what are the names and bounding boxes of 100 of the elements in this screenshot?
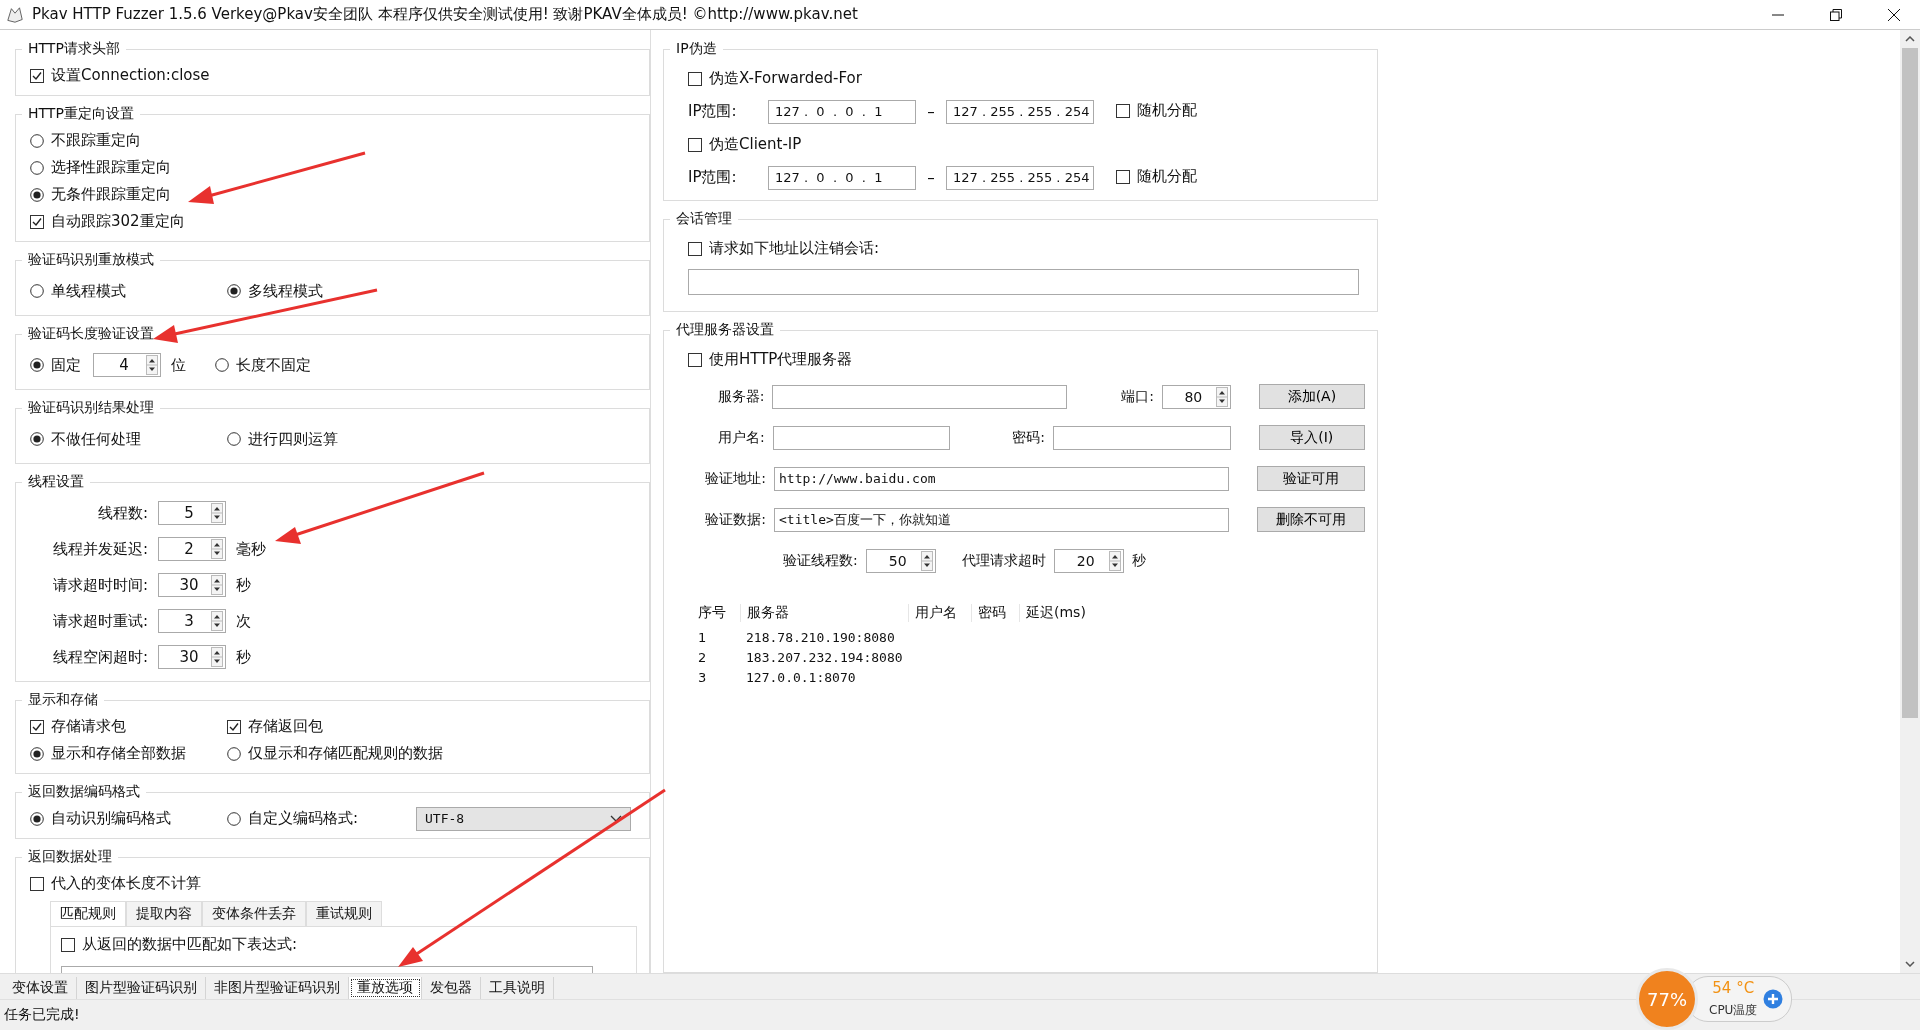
radio-icon[interactable] <box>227 284 241 298</box>
ip-address-field[interactable]: 127 . 0 . 0 . 1 <box>768 99 916 124</box>
checkbox[interactable]: 请求如下地址以注销会话: <box>688 239 880 258</box>
add-button[interactable]: 添加(A) <box>1258 384 1365 409</box>
spin-arrows-icon[interactable] <box>146 355 158 375</box>
plus-icon[interactable] <box>1763 989 1784 1009</box>
checkbox[interactable]: 自动跟踪302重定向 <box>30 212 185 231</box>
radio-icon[interactable] <box>227 811 241 826</box>
radio-icon[interactable] <box>30 133 44 148</box>
number-spinner[interactable]: 4 <box>93 353 161 377</box>
number-spinner[interactable]: 50 <box>865 548 936 573</box>
number-spinner[interactable]: 2 <box>158 537 226 561</box>
radio-button[interactable]: 单线程模式 <box>30 281 126 301</box>
checkbox-icon[interactable] <box>30 68 44 83</box>
checkbox-icon[interactable] <box>1116 169 1130 184</box>
ip-address-field[interactable]: 127 . 255 . 255 . 254 <box>946 99 1094 124</box>
input-field[interactable]: <title>百度一下，你就知道 <box>774 507 1229 532</box>
number-spinner[interactable]: 5 <box>158 501 226 525</box>
scrollbar[interactable] <box>1900 30 1920 973</box>
checkbox[interactable]: 存储请求包 <box>30 717 126 736</box>
radio-button[interactable]: 固定 <box>30 355 81 375</box>
dropdown[interactable]: UTF-8 <box>416 806 631 831</box>
checkbox-icon[interactable] <box>688 71 702 86</box>
spin-arrows-icon[interactable] <box>211 575 223 595</box>
restore-icon[interactable] <box>1830 8 1842 21</box>
radio-button[interactable]: 不跟踪重定向 <box>30 131 141 150</box>
checkbox[interactable]: 伪造X-Forwarded-For <box>688 69 862 88</box>
number-spinner[interactable]: 80 <box>1161 384 1231 409</box>
spin-arrows-icon[interactable] <box>211 611 223 631</box>
tab[interactable]: 匹配规则 <box>50 901 126 926</box>
close-icon[interactable] <box>1888 8 1900 21</box>
spin-arrows-icon[interactable] <box>211 647 223 667</box>
verify-button[interactable]: 验证可用 <box>1257 466 1365 491</box>
input-field[interactable] <box>772 384 1068 409</box>
radio-button[interactable]: 不做任何处理 <box>30 429 141 449</box>
scroll-up-icon[interactable] <box>1905 36 1915 42</box>
input-field[interactable] <box>688 269 1359 295</box>
tab[interactable]: 变体条件丢弃 <box>202 901 306 926</box>
scroll-down-icon[interactable] <box>1905 961 1915 967</box>
radio-icon[interactable] <box>30 746 44 761</box>
checkbox[interactable]: 使用HTTP代理服务器 <box>688 350 853 369</box>
radio-button[interactable]: 进行四则运算 <box>227 429 338 449</box>
radio-button[interactable]: 长度不固定 <box>215 355 311 375</box>
radio-icon[interactable] <box>30 432 44 446</box>
radio-button[interactable]: 仅显示和存储匹配规则的数据 <box>227 744 443 763</box>
column-header[interactable]: 序号 <box>692 604 741 622</box>
radio-button[interactable]: 显示和存储全部数据 <box>30 744 186 763</box>
checkbox[interactable]: 代入的变体长度不计算 <box>30 874 201 893</box>
ip-address-field[interactable]: 127 . 255 . 255 . 254 <box>946 165 1094 190</box>
column-header[interactable]: 服务器 <box>741 604 909 622</box>
radio-icon[interactable] <box>30 284 44 298</box>
checkbox[interactable]: 存储返回包 <box>227 717 323 736</box>
checkbox-icon[interactable] <box>1116 103 1130 118</box>
checkbox[interactable]: 设置Connection:close <box>30 66 210 85</box>
spin-arrows-icon[interactable] <box>920 550 933 571</box>
tab[interactable]: 重放选项 <box>349 977 422 999</box>
import-button[interactable]: 导入(I) <box>1258 425 1366 450</box>
radio-button[interactable]: 无条件跟踪重定向 <box>30 185 171 204</box>
checkbox-icon[interactable] <box>688 137 702 152</box>
checkbox-icon[interactable] <box>61 937 75 952</box>
input-field[interactable] <box>1053 425 1231 450</box>
radio-icon[interactable] <box>30 187 44 202</box>
number-spinner[interactable]: 20 <box>1053 548 1124 573</box>
spin-arrows-icon[interactable] <box>211 539 223 559</box>
checkbox[interactable]: 随机分配 <box>1116 101 1197 121</box>
column-header[interactable]: 密码 <box>972 604 1020 622</box>
checkbox-icon[interactable] <box>30 214 44 229</box>
number-spinner[interactable]: 30 <box>158 573 226 597</box>
radio-button[interactable]: 多线程模式 <box>227 281 323 301</box>
number-spinner[interactable]: 3 <box>158 609 226 633</box>
radio-icon[interactable] <box>30 811 44 826</box>
spin-arrows-icon[interactable] <box>1108 550 1121 571</box>
checkbox[interactable]: 从返回的数据中匹配如下表达式: <box>61 935 298 954</box>
radio-button[interactable]: 自动识别编码格式 <box>30 809 171 828</box>
checkbox[interactable]: 随机分配 <box>1116 167 1197 187</box>
column-header[interactable]: 用户名 <box>909 604 972 622</box>
checkbox-icon[interactable] <box>30 719 44 734</box>
caret-icon[interactable] <box>610 814 622 823</box>
checkbox-icon[interactable] <box>227 719 241 734</box>
radio-button[interactable]: 选择性跟踪重定向 <box>30 158 171 177</box>
checkbox-icon[interactable] <box>30 876 44 891</box>
spin-arrows-icon[interactable] <box>1215 386 1228 407</box>
ip-address-field[interactable]: 127 . 0 . 0 . 1 <box>768 165 916 190</box>
tab[interactable]: 重试规则 <box>306 901 382 926</box>
radio-button[interactable]: 自定义编码格式: <box>227 809 359 828</box>
radio-icon[interactable] <box>215 358 229 372</box>
input-field[interactable]: http://www.baidu.com <box>774 466 1229 491</box>
radio-icon[interactable] <box>227 746 241 761</box>
radio-icon[interactable] <box>30 358 44 372</box>
radio-icon[interactable] <box>227 432 241 446</box>
checkbox-icon[interactable] <box>688 241 702 256</box>
scrollbar-thumb[interactable] <box>1902 48 1918 718</box>
column-header[interactable]: 延迟(ms) <box>1020 604 1092 622</box>
spin-arrows-icon[interactable] <box>211 503 223 523</box>
checkbox[interactable]: 伪造Client-IP <box>688 135 802 154</box>
checkbox-icon[interactable] <box>688 352 702 367</box>
number-spinner[interactable]: 30 <box>158 645 226 669</box>
delete-button[interactable]: 删除不可用 <box>1257 507 1365 532</box>
radio-icon[interactable] <box>30 160 44 175</box>
tab[interactable]: 提取内容 <box>126 901 202 926</box>
